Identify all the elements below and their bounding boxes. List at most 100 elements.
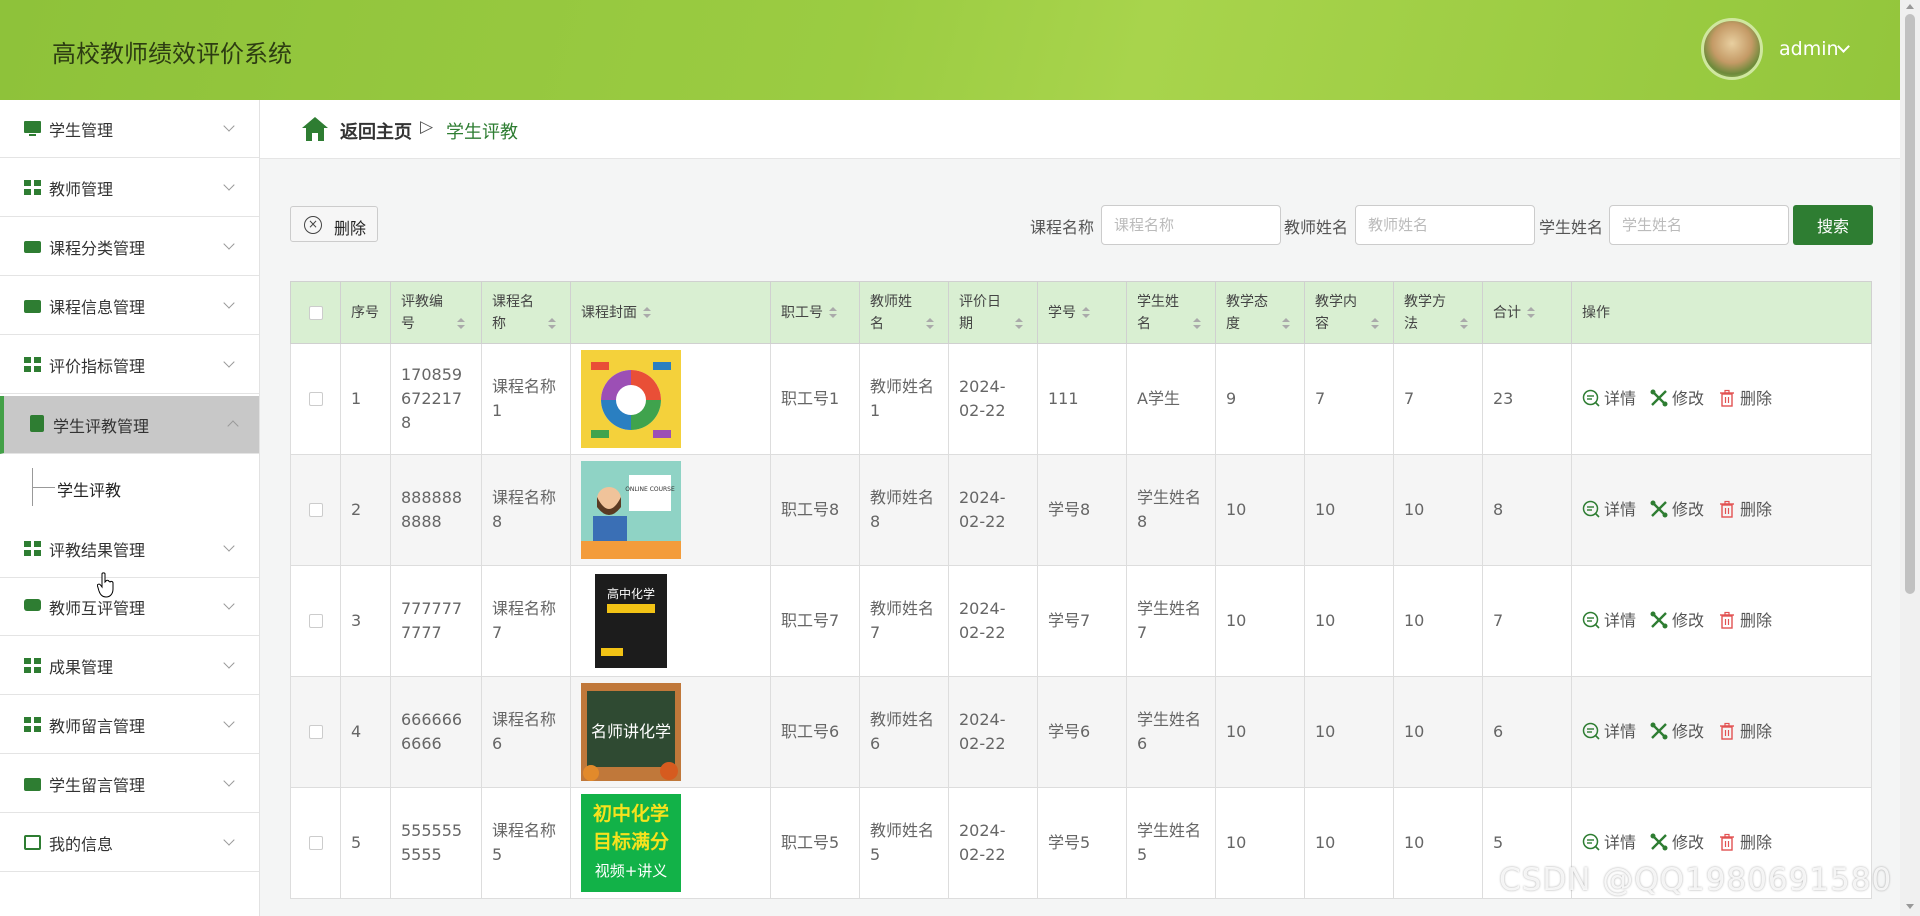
home-icon[interactable] [301, 116, 329, 142]
sort-icon[interactable] [548, 317, 556, 330]
sort-icon[interactable] [1371, 317, 1379, 330]
sidebar-item-teacher-messages[interactable]: 教师留言管理 [0, 696, 259, 754]
avatar[interactable] [1701, 18, 1763, 80]
sort-icon[interactable] [1460, 317, 1468, 330]
col-content[interactable]: 教学内容 [1304, 281, 1394, 344]
col-cover[interactable]: 课程封面 [570, 281, 771, 344]
table-row: 3 7777777777 课程名称7 高中化学 职工号7 教师姓名7 2024-02-22 学… [290, 565, 1872, 677]
select-all-checkbox[interactable] [308, 305, 323, 320]
sort-icon[interactable] [829, 306, 837, 319]
row-checkbox[interactable] [308, 503, 323, 517]
user-menu[interactable]: admin [1779, 38, 1839, 60]
cell-total: 8 [1482, 454, 1572, 566]
sort-icon[interactable] [1082, 306, 1090, 319]
scroll-down-icon[interactable] [1906, 904, 1914, 909]
sidebar-item-label: 课程信息管理 [49, 298, 146, 317]
cell-course: 课程名称5 [481, 787, 571, 899]
detail-button[interactable]: 详情 [1582, 609, 1636, 633]
detail-button[interactable]: 详情 [1582, 498, 1636, 522]
breadcrumb-home-link[interactable]: 返回主页 [340, 118, 412, 144]
chevron-down-icon [223, 657, 235, 669]
row-checkbox[interactable] [308, 392, 323, 406]
row-checkbox[interactable] [308, 614, 323, 628]
sort-icon[interactable] [926, 317, 934, 330]
sidebar-item-course-category[interactable]: 课程分类管理 [0, 218, 259, 276]
grid-icon [24, 717, 41, 732]
delete-button-label: 删除 [1740, 500, 1773, 519]
edit-button[interactable]: 修改 [1650, 831, 1704, 855]
edit-button[interactable]: 修改 [1650, 720, 1704, 744]
batch-delete-button[interactable]: × 删除 [290, 206, 378, 242]
tree-branch [33, 487, 55, 488]
detail-button[interactable]: 详情 [1582, 720, 1636, 744]
cell-method: 7 [1393, 343, 1483, 455]
cell-content: 10 [1304, 676, 1394, 788]
row-checkbox[interactable] [308, 836, 323, 850]
sidebar-item-student-messages[interactable]: 学生留言管理 [0, 755, 259, 813]
delete-button[interactable]: 删除 [1718, 609, 1772, 633]
delete-button[interactable]: 删除 [1718, 720, 1772, 744]
course-cover-image [581, 350, 681, 448]
sidebar-item-student-evaluation[interactable]: 学生评教管理 [0, 396, 259, 454]
sidebar-subitem-student-evaluation[interactable]: 学生评教 [0, 456, 259, 516]
chevron-down-icon[interactable] [1837, 40, 1850, 53]
sidebar-item-student-management[interactable]: 学生管理 [0, 100, 259, 158]
sidebar-item-peer-review[interactable]: 教师互评管理 [0, 578, 259, 636]
row-select-cell[interactable] [290, 565, 341, 677]
cell-teacher: 教师姓名6 [859, 676, 949, 788]
sidebar-item-evaluation-result[interactable]: 评教结果管理 [0, 520, 259, 578]
edit-button[interactable]: 修改 [1650, 387, 1704, 411]
delete-button[interactable]: 删除 [1718, 498, 1772, 522]
search-button[interactable]: 搜索 [1793, 205, 1873, 245]
teacher-name-input[interactable] [1355, 205, 1535, 245]
trash-icon [1720, 833, 1735, 851]
delete-button[interactable]: 删除 [1718, 831, 1772, 855]
scrollbar-thumb[interactable] [1905, 14, 1915, 594]
cell-staff: 职工号6 [770, 676, 860, 788]
col-date[interactable]: 评价日期 [948, 281, 1038, 344]
cell-date: 2024-02-22 [948, 454, 1038, 566]
sidebar-item-achievements[interactable]: 成果管理 [0, 637, 259, 695]
sort-icon[interactable] [457, 317, 465, 330]
col-teacher[interactable]: 教师姓名 [859, 281, 949, 344]
sort-icon[interactable] [643, 306, 651, 319]
page-scrollbar[interactable] [1900, 0, 1920, 916]
edit-button[interactable]: 修改 [1650, 498, 1704, 522]
col-staff[interactable]: 职工号 [770, 281, 860, 344]
col-code[interactable]: 评教编号 [390, 281, 482, 344]
cell-student-no: 学号5 [1037, 787, 1127, 899]
cell-total: 23 [1482, 343, 1572, 455]
row-select-cell[interactable] [290, 787, 341, 899]
col-method[interactable]: 教学方法 [1393, 281, 1483, 344]
row-checkbox[interactable] [308, 725, 323, 739]
sort-icon[interactable] [1282, 317, 1290, 330]
sort-icon[interactable] [1527, 306, 1535, 319]
detail-button[interactable]: 详情 [1582, 831, 1636, 855]
col-course[interactable]: 课程名称 [481, 281, 571, 344]
select-all-cell[interactable] [290, 281, 341, 344]
grid-icon [24, 658, 41, 673]
sidebar: 学生管理 教师管理 课程分类管理 课程信息管理 评价指标管理 学生评教管理 学生… [0, 100, 260, 916]
col-student-no[interactable]: 学号 [1037, 281, 1127, 344]
wrench-icon [1650, 722, 1668, 740]
sidebar-item-teacher-management[interactable]: 教师管理 [0, 159, 259, 217]
row-select-cell[interactable] [290, 676, 341, 788]
course-name-input[interactable] [1101, 205, 1281, 245]
chevron-down-icon [223, 120, 235, 132]
edit-button[interactable]: 修改 [1650, 609, 1704, 633]
col-student[interactable]: 学生姓名 [1126, 281, 1216, 344]
col-total[interactable]: 合计 [1482, 281, 1572, 344]
cover-text: 视频+讲义 [595, 862, 668, 880]
sidebar-item-evaluation-index[interactable]: 评价指标管理 [0, 336, 259, 394]
row-select-cell[interactable] [290, 454, 341, 566]
detail-button[interactable]: 详情 [1582, 387, 1636, 411]
sort-icon[interactable] [1193, 317, 1201, 330]
sidebar-item-my-info[interactable]: 我的信息 [0, 814, 259, 872]
delete-button[interactable]: 删除 [1718, 387, 1772, 411]
scroll-up-icon[interactable] [1906, 4, 1914, 9]
student-name-input[interactable] [1609, 205, 1789, 245]
sort-icon[interactable] [1015, 317, 1023, 330]
sidebar-item-course-info[interactable]: 课程信息管理 [0, 277, 259, 335]
row-select-cell[interactable] [290, 343, 341, 455]
col-attitude[interactable]: 教学态度 [1215, 281, 1305, 344]
